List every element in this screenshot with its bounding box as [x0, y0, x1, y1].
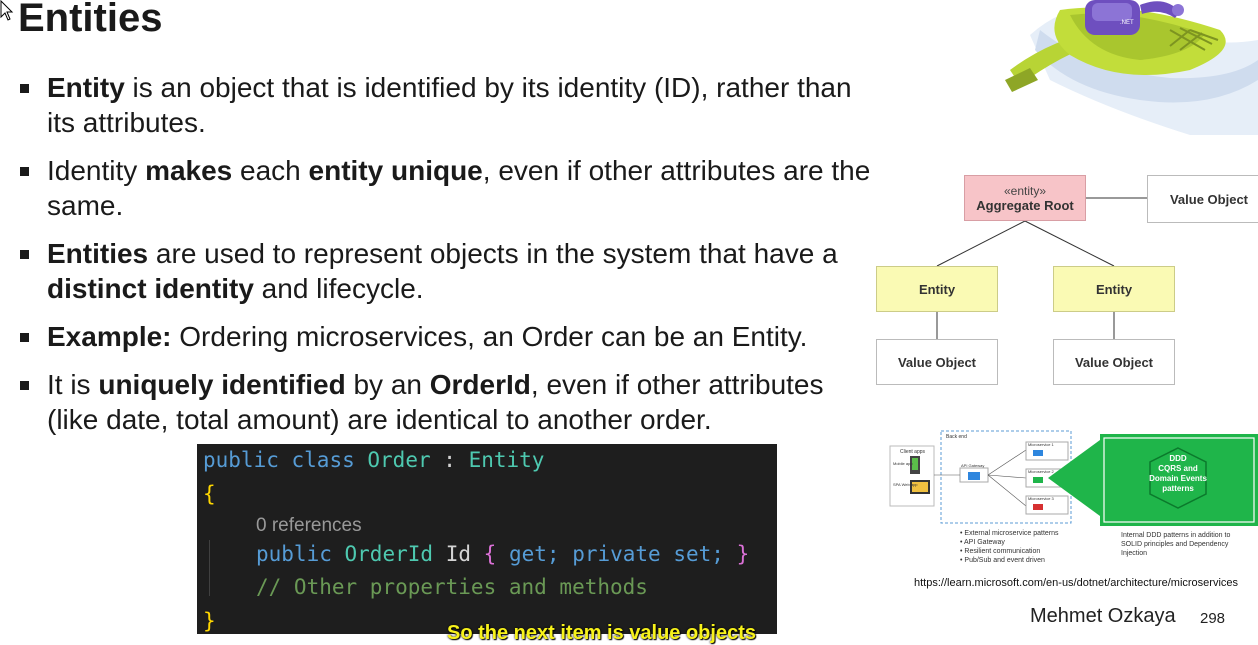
code-line-close-brace: } — [203, 609, 216, 633]
value-object-box-left: Value Object — [876, 339, 998, 385]
bullet-list: Entity is an object that is identified b… — [18, 70, 878, 450]
indent-guide — [209, 540, 210, 596]
code-line-comment: // Other properties and methods — [256, 575, 648, 599]
svg-text:.NET: .NET — [1120, 20, 1134, 26]
page-number: 298 — [1200, 610, 1226, 627]
mouse-cursor-icon — [0, 0, 14, 21]
external-patterns-list: • External microservice patterns • API Ga… — [960, 530, 1059, 564]
mobile-app-label: Mobile app — [893, 461, 913, 466]
code-line-class-declaration: public class Order : Entity — [203, 448, 545, 472]
value-object-box-top: Value Object — [1147, 175, 1258, 223]
spa-web-app-label: SPA Web app — [893, 482, 918, 487]
bullet-item: Entity is an object that is identified b… — [18, 70, 878, 140]
entity-box-left: Entity — [876, 266, 998, 312]
code-snippet: public class Order : Entity { 0 referenc… — [197, 444, 777, 634]
external-pattern-item: • Resilient communication — [960, 548, 1040, 555]
microservice-3-label: Microservice 3 — [1028, 496, 1055, 501]
client-apps-label: Client apps — [900, 449, 926, 455]
aggregate-root-label: Aggregate Root — [976, 197, 1074, 213]
internal-ddd-text: Internal DDD patterns in addition to SOLI… — [1121, 532, 1230, 557]
api-gateway-label: API Gateway — [961, 463, 984, 468]
source-url: https://learn.microsoft.com/en-us/dotnet… — [914, 577, 1239, 589]
slide-title: Entities — [18, 0, 163, 40]
microservice-2-label: Microservice 2 — [1028, 469, 1055, 474]
aggregate-root-box: «entity» Aggregate Root — [964, 175, 1086, 221]
external-pattern-item: • Pub/Sub and event driven — [960, 557, 1045, 564]
entity-box-right: Entity — [1053, 266, 1175, 312]
codelens-references[interactable]: 0 references — [256, 515, 362, 537]
value-object-box-right: Value Object — [1053, 339, 1175, 385]
external-pattern-item: • API Gateway — [960, 539, 1005, 546]
code-line-open-brace: { — [203, 482, 216, 506]
microservice-1-label: Microservice 1 — [1028, 442, 1055, 447]
entity-stereotype: «entity» — [1003, 183, 1047, 198]
code-line-id-property: public OrderId Id { get; private set; } — [256, 542, 750, 566]
bullet-item: It is uniquely identified by an OrderId,… — [18, 367, 878, 437]
author-name: Mehmet Ozkaya — [1030, 605, 1176, 627]
dotnet-bot-kayak-illustration: .NET — [1005, 0, 1258, 135]
bullet-item: Entities are used to represent objects i… — [18, 236, 878, 306]
back-end-label: Back end — [946, 434, 967, 440]
external-pattern-item: • External microservice patterns — [960, 530, 1059, 537]
aggregate-diagram: «entity» Aggregate Root Value Object Ent… — [870, 170, 1258, 390]
bullet-item: Identity makes each entity unique, even … — [18, 153, 878, 223]
microservices-architecture-diagram: Client apps Mobile app SPA Web app Back … — [889, 430, 1258, 564]
bullet-item: Example: Ordering microservices, an Orde… — [18, 319, 878, 354]
